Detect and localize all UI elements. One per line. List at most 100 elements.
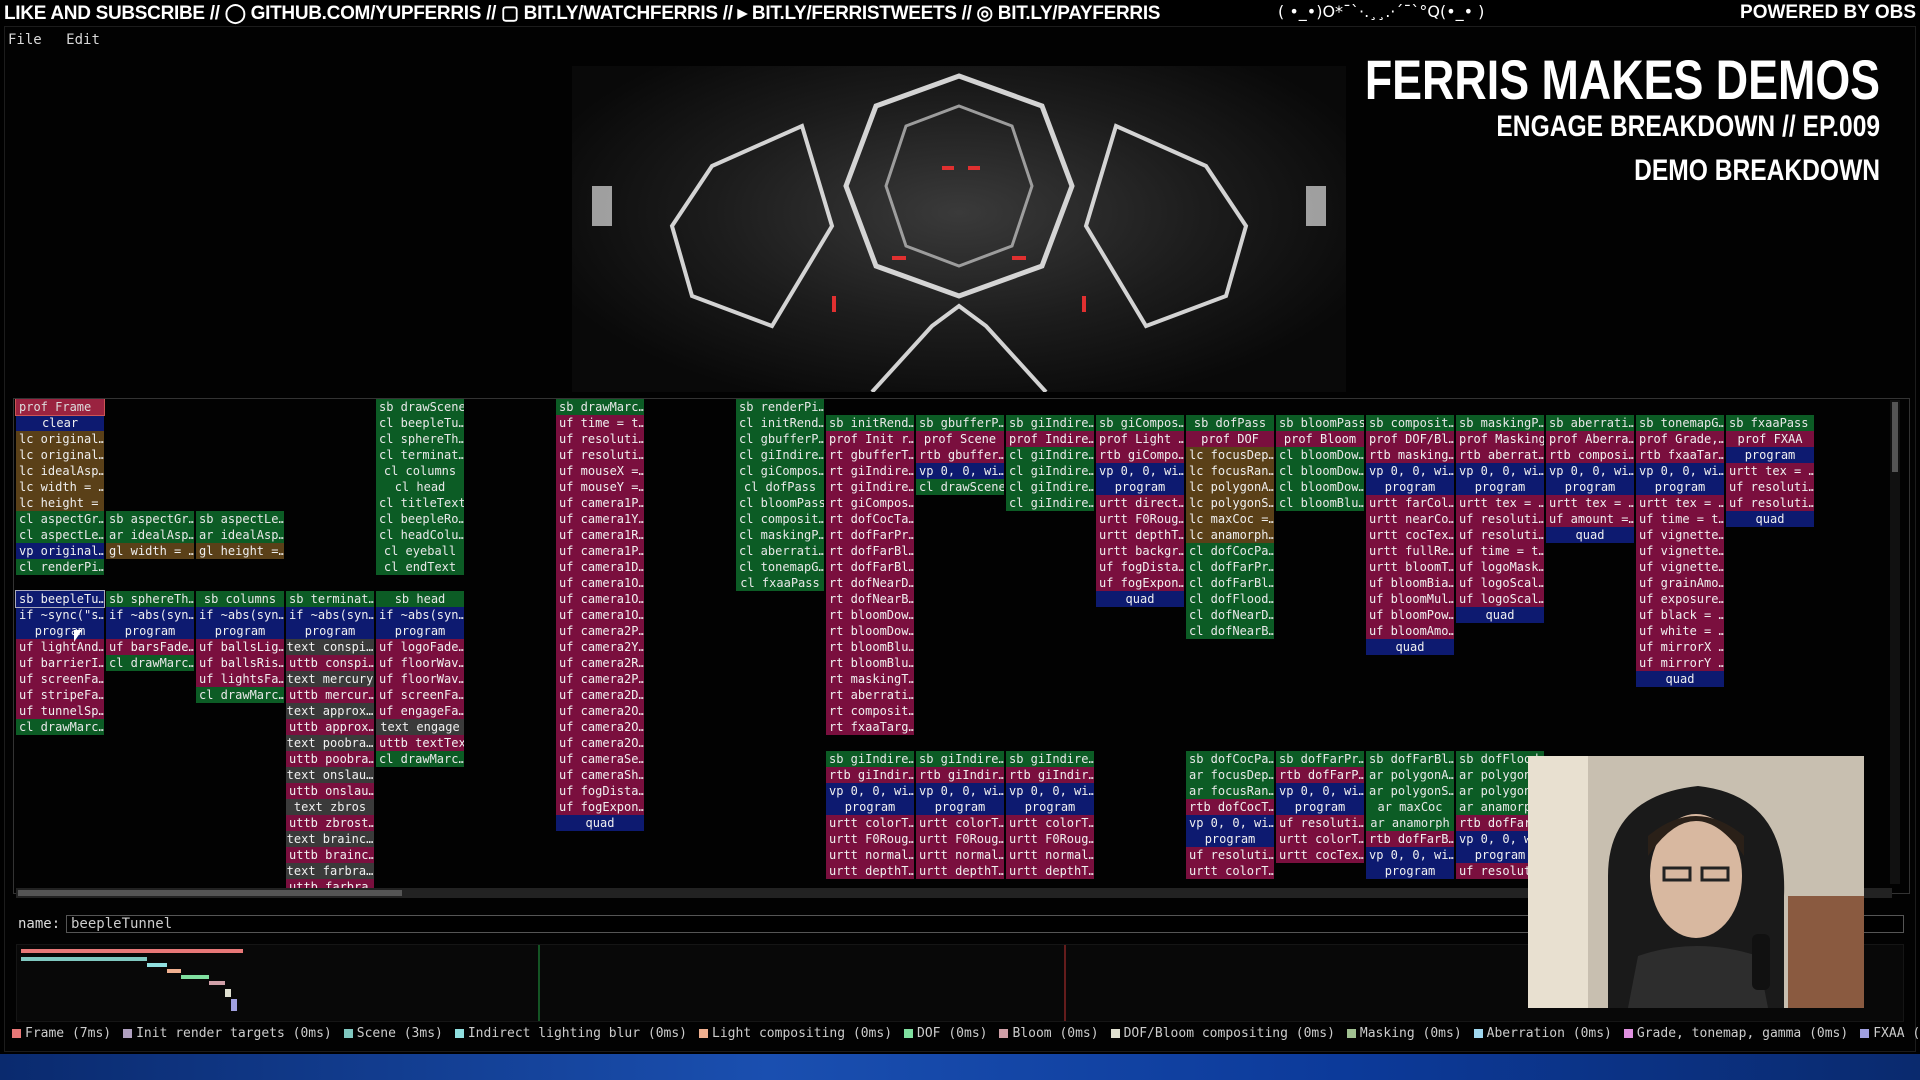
- node-init-render[interactable]: sb initRend… prof Init r… rt gbufferT… rt g…: [826, 415, 914, 735]
- node-bloom-pass[interactable]: sb bloomPass prof Bloom cl bloomDow… cl blo…: [1276, 415, 1364, 511]
- node-row[interactable]: cl columns: [376, 463, 464, 479]
- node-row[interactable]: rtb giIndir…: [916, 767, 1004, 783]
- node-row[interactable]: uttb textTex: [376, 735, 464, 751]
- node-row[interactable]: lc polygonA…: [1186, 479, 1274, 495]
- node-row[interactable]: urtt colorT…: [1276, 831, 1364, 847]
- node-row[interactable]: uttb mercur…: [286, 687, 374, 703]
- node-row[interactable]: uf barrierI…: [16, 655, 104, 671]
- os-taskbar[interactable]: [0, 1054, 1920, 1080]
- node-row[interactable]: clear: [16, 415, 104, 431]
- node-row[interactable]: urtt backgr…: [1096, 543, 1184, 559]
- node-row[interactable]: sb fxaaPass: [1726, 415, 1814, 431]
- node-row[interactable]: uf resoluti…: [556, 447, 644, 463]
- node-row[interactable]: rtb giIndir…: [826, 767, 914, 783]
- node-row[interactable]: cl bloomPass: [736, 495, 824, 511]
- node-row[interactable]: urtt normal…: [1006, 847, 1094, 863]
- node-row[interactable]: uttb conspi…: [286, 655, 374, 671]
- node-row[interactable]: uttb brainc…: [286, 847, 374, 863]
- node-row[interactable]: prof Frame: [15, 399, 105, 416]
- node-row[interactable]: uf amount =…: [1546, 511, 1634, 527]
- node-row[interactable]: uf bloomBia…: [1366, 575, 1454, 591]
- node-row[interactable]: uf camera2P…: [556, 671, 644, 687]
- node-row[interactable]: ar idealAsp…: [196, 527, 284, 543]
- node-row[interactable]: rtb giIndir…: [1006, 767, 1094, 783]
- node-row[interactable]: sb bloomPass: [1276, 415, 1364, 431]
- node-row[interactable]: program: [826, 799, 914, 815]
- node-row[interactable]: rtb giCompo…: [1096, 447, 1184, 463]
- node-row[interactable]: uf bloomPow…: [1366, 607, 1454, 623]
- node-row[interactable]: urtt F0Roug…: [826, 831, 914, 847]
- node-row[interactable]: uf vignette…: [1636, 559, 1724, 575]
- node-row[interactable]: rtb dofCocT…: [1186, 799, 1274, 815]
- node-row[interactable]: cl headColu…: [376, 527, 464, 543]
- node-row[interactable]: urtt colorT…: [1006, 815, 1094, 831]
- node-row[interactable]: uf camera2D…: [556, 687, 644, 703]
- node-row[interactable]: rt bloomDow…: [826, 607, 914, 623]
- node-row[interactable]: lc idealAsp…: [16, 463, 104, 479]
- node-row[interactable]: uf resoluti…: [1186, 847, 1274, 863]
- node-row[interactable]: sb aspectGr…: [106, 511, 194, 527]
- node-row[interactable]: rt aberrati…: [826, 687, 914, 703]
- node-row[interactable]: uf camera1O…: [556, 607, 644, 623]
- node-row[interactable]: cl drawScene: [916, 479, 1004, 495]
- node-row[interactable]: rt gbufferT…: [826, 447, 914, 463]
- node-row[interactable]: prof Indire…: [1006, 431, 1094, 447]
- node-aberration[interactable]: sb aberrati… prof Aberra… rtb composi… vp 0…: [1546, 415, 1634, 543]
- node-row[interactable]: program: [916, 799, 1004, 815]
- node-row[interactable]: uf white = …: [1636, 623, 1724, 639]
- node-row[interactable]: uf engageFa…: [376, 703, 464, 719]
- node-row[interactable]: vp 0, 0, wi…: [1186, 815, 1274, 831]
- node-row[interactable]: uf camera1P…: [556, 543, 644, 559]
- node-row[interactable]: sb giIndire…: [916, 751, 1004, 767]
- node-row[interactable]: cl giCompos…: [736, 463, 824, 479]
- node-row[interactable]: uf resoluti…: [1276, 815, 1364, 831]
- node-row[interactable]: ar maxCoc: [1366, 799, 1454, 815]
- node-row[interactable]: uf bloomAmo…: [1366, 623, 1454, 639]
- node-row[interactable]: rt maskingT…: [826, 671, 914, 687]
- node-row[interactable]: cl terminat…: [376, 447, 464, 463]
- node-row[interactable]: text zbros: [286, 799, 374, 815]
- node-row[interactable]: uf stripeFa…: [16, 687, 104, 703]
- node-row[interactable]: uf camera1D…: [556, 559, 644, 575]
- node-row[interactable]: cl beepleRo…: [376, 511, 464, 527]
- node-row[interactable]: cl bloomBlu…: [1276, 495, 1364, 511]
- node-row[interactable]: cl drawMarc…: [196, 687, 284, 703]
- node-row[interactable]: uf time = t…: [556, 415, 644, 431]
- node-row[interactable]: program: [1366, 479, 1454, 495]
- node-row[interactable]: uf camera2O…: [556, 703, 644, 719]
- node-row[interactable]: uf cameraSh…: [556, 767, 644, 783]
- node-render-pipeline[interactable]: sb renderPi… cl initRend… cl gbufferP… cl g…: [736, 399, 824, 591]
- node-row[interactable]: rt giIndire…: [826, 479, 914, 495]
- node-row[interactable]: prof Bloom: [1276, 431, 1364, 447]
- node-row[interactable]: urtt colorT…: [826, 815, 914, 831]
- node-row[interactable]: rt dofNearB…: [826, 591, 914, 607]
- node-row[interactable]: text onslau…: [286, 767, 374, 783]
- node-row[interactable]: sb drawMarc…: [556, 399, 644, 415]
- node-row[interactable]: gl height =…: [196, 543, 284, 559]
- node-row[interactable]: cl giIndire…: [1006, 463, 1094, 479]
- node-row[interactable]: uttb poobra…: [286, 751, 374, 767]
- node-row[interactable]: cl sphereTh…: [376, 431, 464, 447]
- node-row[interactable]: if ~abs(syn…: [376, 607, 464, 623]
- node-row[interactable]: rtb fxaaTar…: [1636, 447, 1724, 463]
- node-row[interactable]: program: [1636, 479, 1724, 495]
- node-row[interactable]: vp 0, 0, wi…: [1096, 463, 1184, 479]
- node-row[interactable]: uf mirrorX …: [1636, 639, 1724, 655]
- node-sphere-thing[interactable]: sb sphereTh… if ~abs(syn… program uf barsFa…: [106, 591, 194, 671]
- graph-vertical-scrollbar[interactable]: [1890, 400, 1900, 884]
- node-row[interactable]: uf camera2R…: [556, 655, 644, 671]
- node-row[interactable]: uf lightsFa…: [196, 671, 284, 687]
- node-row[interactable]: sb giIndire…: [1006, 751, 1094, 767]
- node-row[interactable]: sb aspectLe…: [196, 511, 284, 527]
- node-row[interactable]: uf fogExpon…: [556, 799, 644, 815]
- node-row[interactable]: program: [1006, 799, 1094, 815]
- node-row[interactable]: uf screenFa…: [16, 671, 104, 687]
- node-row[interactable]: vp 0, 0, wi…: [1006, 783, 1094, 799]
- node-row[interactable]: sb gbufferP…: [916, 415, 1004, 431]
- node-row[interactable]: cl fxaaPass: [736, 575, 824, 591]
- node-row[interactable]: uf ballsLig…: [196, 639, 284, 655]
- node-row[interactable]: rt dofCocTa…: [826, 511, 914, 527]
- node-row[interactable]: uttb onslau…: [286, 783, 374, 799]
- node-row[interactable]: prof Masking: [1456, 431, 1544, 447]
- node-row[interactable]: uf camera2O…: [556, 735, 644, 751]
